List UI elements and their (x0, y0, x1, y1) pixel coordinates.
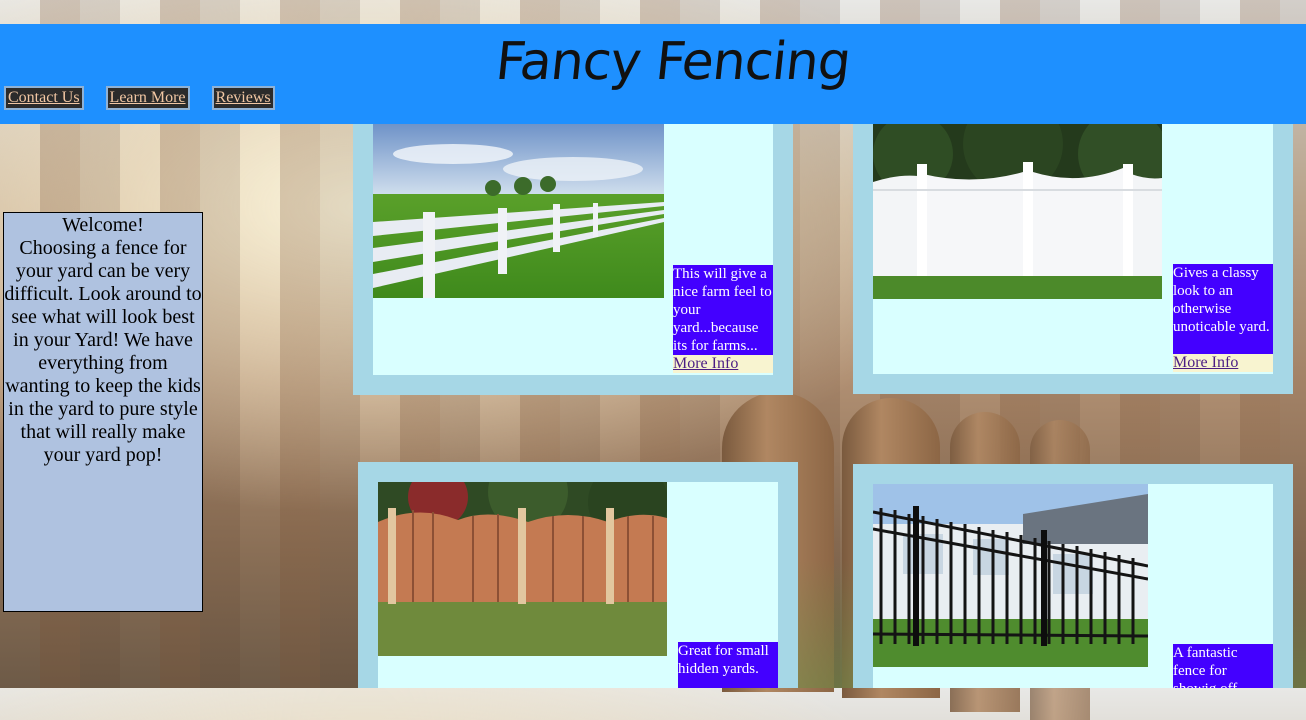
nav-learn-more[interactable]: Learn More (105, 86, 190, 110)
fence-card-vinyl: Gives a classy look to an otherwise unot… (853, 104, 1293, 394)
vinyl-fence-more-info-link[interactable]: More Info (1173, 354, 1273, 372)
fence-card-iron: A fantastic fence for showig off (853, 464, 1293, 688)
wood-fence-image (378, 482, 667, 656)
welcome-panel: Welcome! Choosing a fence for your yard … (3, 212, 203, 612)
farm-fence-more-info-link[interactable]: More Info (673, 355, 773, 373)
wood-fence-description: Great for small hidden yards. (678, 642, 778, 688)
vinyl-fence-image (873, 124, 1162, 299)
fence-card-wood: Great for small hidden yards. (358, 462, 798, 688)
site-title: Fancy Fencing (492, 32, 854, 92)
nav-contact-us[interactable]: Contact Us (4, 86, 84, 110)
site-header: Fancy Fencing Contact Us Learn More Review… (0, 24, 1306, 124)
welcome-heading: Welcome! (62, 214, 144, 236)
fence-card-farm: This will give a nice farm feel to your … (353, 104, 793, 395)
main-nav: Contact Us Learn More Reviews (4, 86, 297, 110)
vinyl-fence-description: Gives a classy look to an otherwise unot… (1173, 264, 1273, 354)
farm-fence-image (373, 124, 664, 298)
iron-fence-description: A fantastic fence for showig off (1173, 644, 1273, 688)
iron-fence-image (873, 484, 1148, 667)
farm-fence-description: This will give a nice farm feel to your … (673, 265, 773, 355)
welcome-text: Choosing a fence for your yard can be ve… (4, 237, 202, 466)
nav-reviews[interactable]: Reviews (211, 86, 275, 110)
